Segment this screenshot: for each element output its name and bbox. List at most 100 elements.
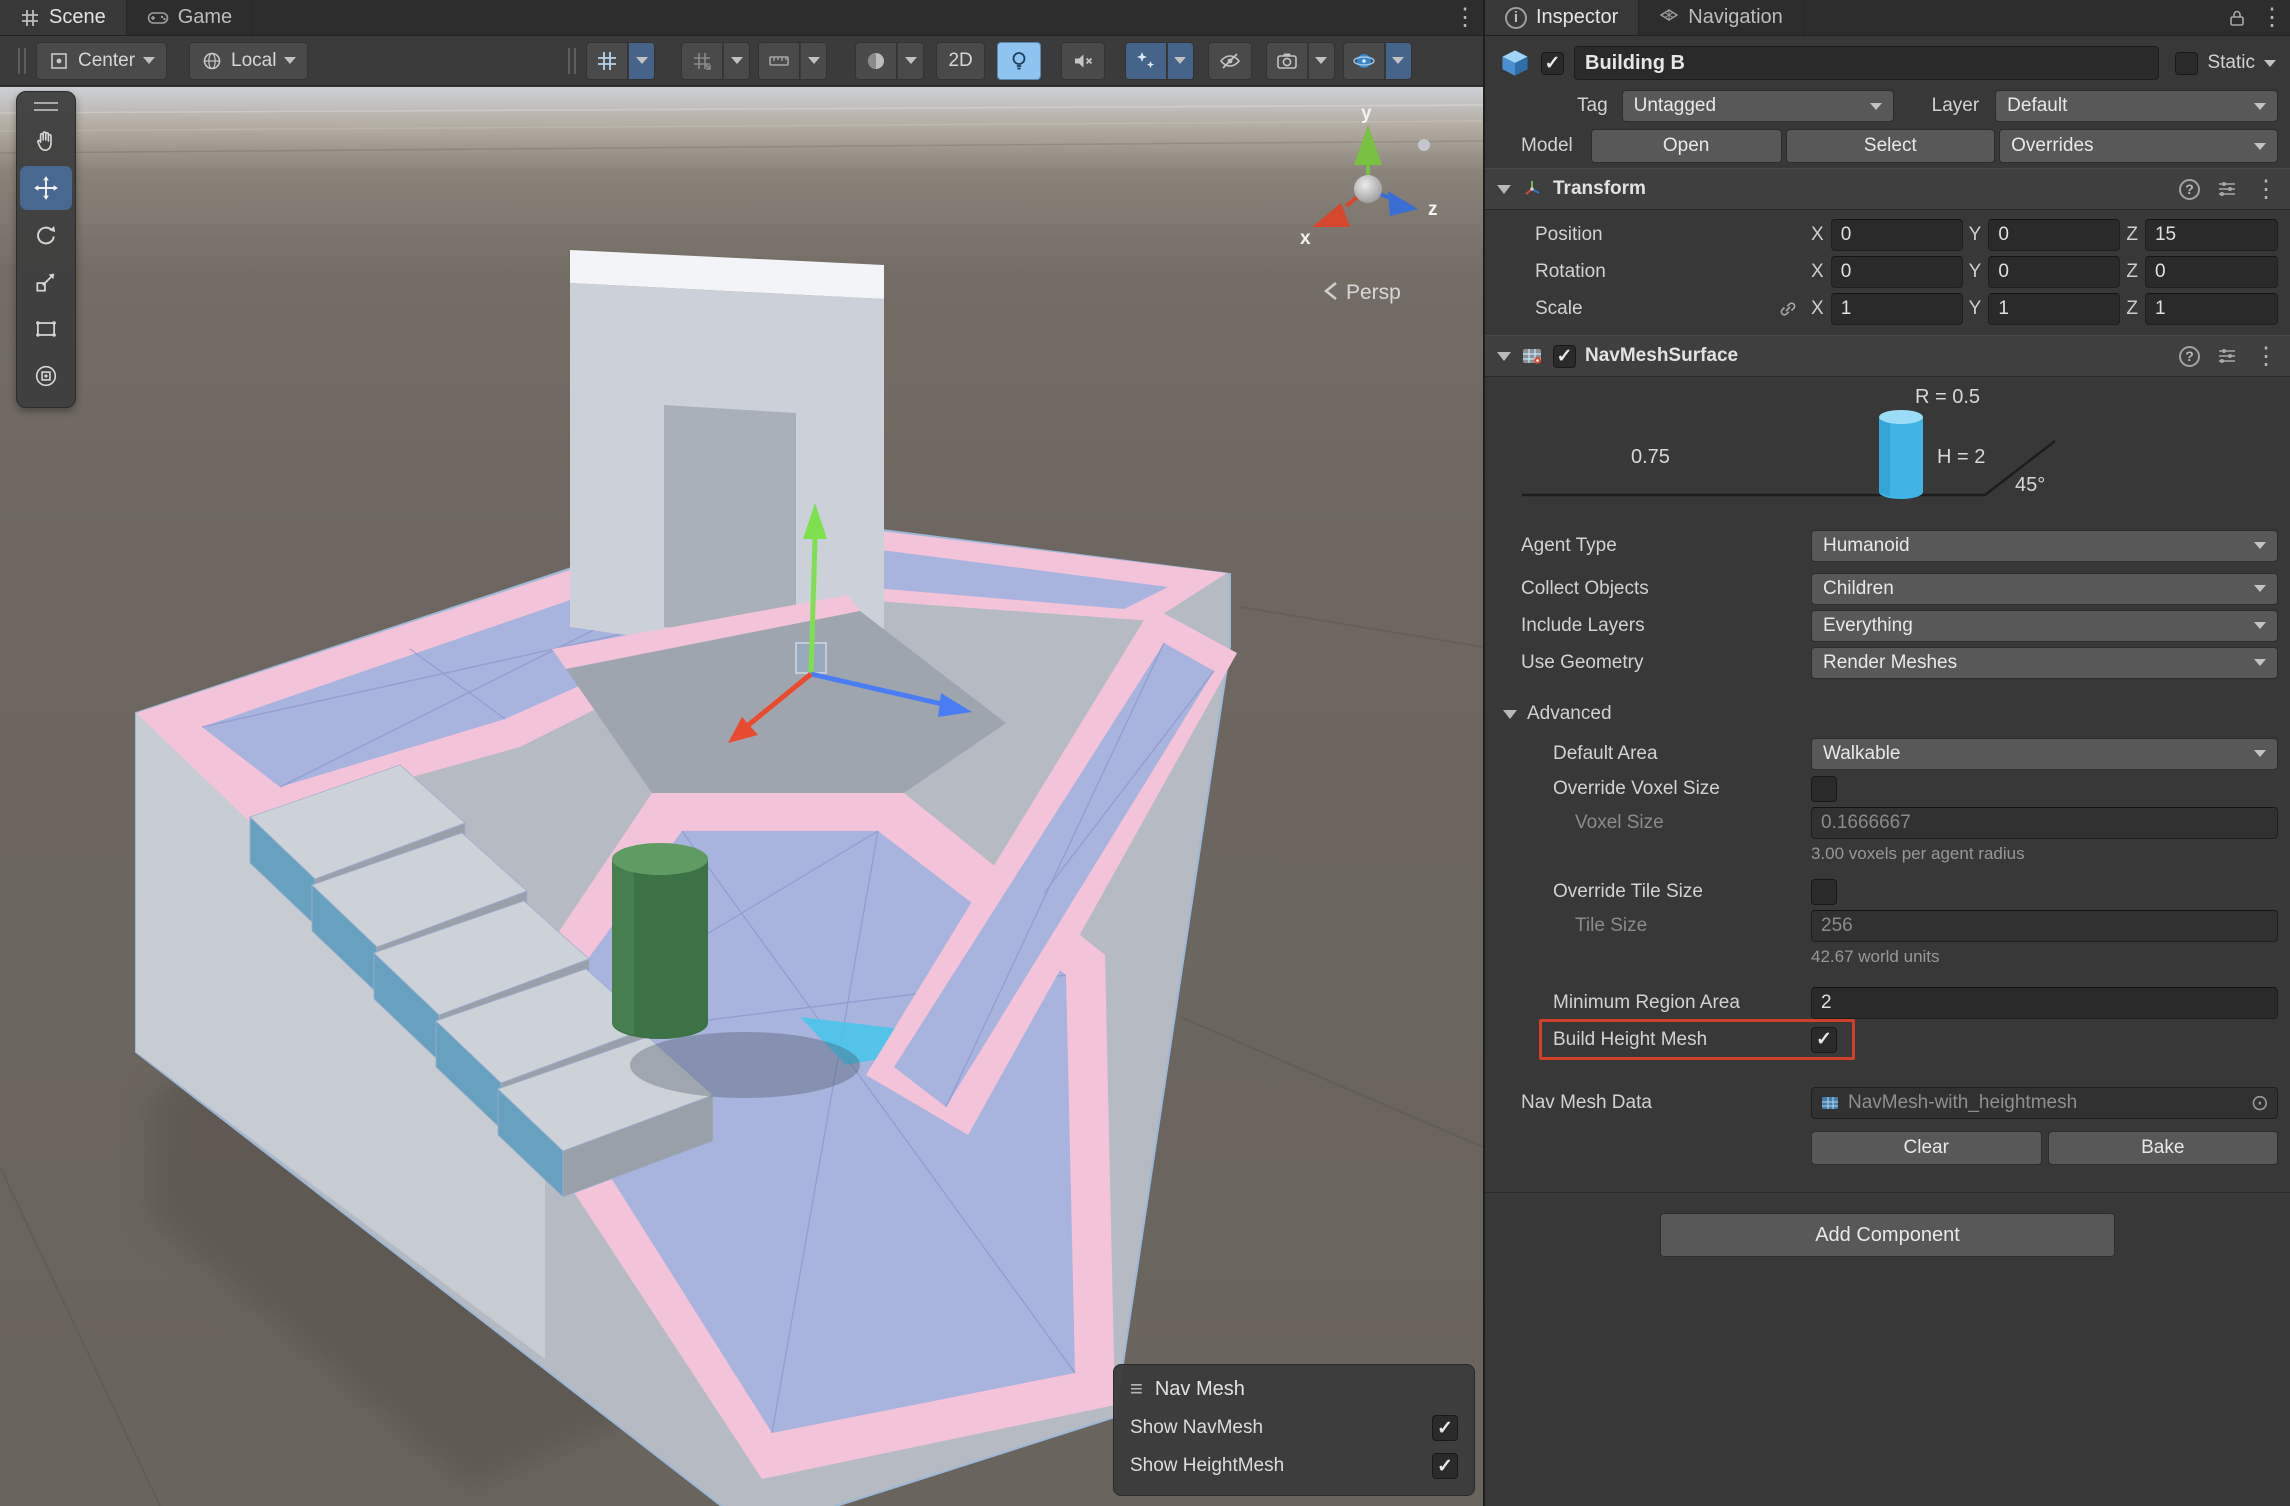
- orientation-axis-dot[interactable]: [1418, 139, 1430, 151]
- tool-handle-rotation-dropdown[interactable]: Local: [189, 42, 308, 80]
- show-heightmesh-checkbox[interactable]: [1432, 1453, 1458, 1479]
- increment-snap-dropdown[interactable]: [800, 42, 827, 80]
- snap-group: [681, 42, 750, 80]
- toolbar-drag-handle[interactable]: [18, 48, 26, 74]
- help-icon[interactable]: [2179, 346, 2200, 367]
- tab-navigation[interactable]: Navigation: [1639, 0, 1804, 35]
- rotation-x-field[interactable]: [1831, 256, 1963, 288]
- scale-z-field[interactable]: [2145, 293, 2278, 325]
- draw-mode-button[interactable]: [855, 42, 897, 80]
- tag-dropdown[interactable]: Untagged: [1622, 90, 1894, 122]
- static-dropdown-icon[interactable]: [2264, 60, 2276, 67]
- scene-tab-menu-button[interactable]: [1447, 0, 1483, 35]
- use-geometry-dropdown[interactable]: Render Meshes: [1811, 647, 2278, 679]
- rotate-tool[interactable]: [20, 213, 72, 257]
- override-tile-checkbox[interactable]: [1811, 879, 1837, 905]
- 2d-mode-button[interactable]: 2D: [936, 42, 984, 80]
- tab-scene[interactable]: Scene: [0, 0, 127, 35]
- object-picker-icon[interactable]: [2251, 1090, 2269, 1116]
- static-checkbox[interactable]: [2175, 52, 2198, 75]
- model-select-button[interactable]: Select: [1786, 129, 1996, 163]
- scene-visibility-button[interactable]: [1208, 42, 1252, 80]
- presets-icon[interactable]: [2216, 178, 2238, 200]
- scene-viewport[interactable]: y x z Persp: [0, 87, 1483, 1506]
- orientation-center-sphere[interactable]: [1354, 175, 1382, 203]
- gizmos-dropdown[interactable]: [1385, 42, 1412, 80]
- override-voxel-checkbox[interactable]: [1811, 776, 1837, 802]
- tool-palette: [16, 91, 76, 408]
- scale-y-field[interactable]: [1988, 293, 2120, 325]
- orientation-x-cone[interactable]: [1312, 203, 1350, 227]
- navmeshsurface-header[interactable]: NavMeshSurface: [1485, 335, 2290, 377]
- palette-drag-handle[interactable]: [34, 102, 58, 111]
- toolbar-drag-handle[interactable]: [568, 48, 576, 74]
- bake-button[interactable]: Bake: [2048, 1131, 2279, 1165]
- clear-button[interactable]: Clear: [1811, 1131, 2042, 1165]
- grid-snapping-button[interactable]: [681, 42, 723, 80]
- link-icon[interactable]: [1777, 298, 1799, 320]
- position-z-field[interactable]: [2145, 219, 2278, 251]
- scene-3d-render[interactable]: y x z Persp: [0, 87, 1483, 1506]
- build-height-mesh-row: Build Height Mesh: [1485, 1021, 2290, 1058]
- grid-options-dropdown[interactable]: [628, 42, 655, 80]
- add-component-button[interactable]: Add Component: [1660, 1213, 2115, 1257]
- transform-header[interactable]: Transform: [1485, 168, 2290, 210]
- foldout-icon[interactable]: [1497, 185, 1511, 194]
- kebab-icon[interactable]: [2254, 342, 2278, 371]
- gizmos-toggle-button[interactable]: [1343, 42, 1385, 80]
- audio-mute-button[interactable]: [1061, 42, 1105, 80]
- scene-lighting-button[interactable]: [997, 42, 1041, 80]
- ruler-icon: [767, 49, 791, 73]
- agent-type-dropdown[interactable]: Humanoid: [1811, 530, 2278, 562]
- advanced-foldout[interactable]: Advanced: [1485, 693, 2290, 735]
- snap-options-dropdown[interactable]: [723, 42, 750, 80]
- inspector-menu-button[interactable]: [2254, 0, 2290, 35]
- gameobject-name-input[interactable]: [1574, 46, 2159, 80]
- overrides-dropdown[interactable]: Overrides: [1999, 129, 2278, 163]
- position-y-field[interactable]: [1988, 219, 2120, 251]
- scene-camera-button[interactable]: [1266, 42, 1308, 80]
- foldout-icon[interactable]: [1497, 352, 1511, 361]
- effects-dropdown[interactable]: [1167, 42, 1194, 80]
- hand-tool[interactable]: [20, 119, 72, 163]
- transform-tool[interactable]: [20, 354, 72, 398]
- inspector-lock-button[interactable]: [2220, 0, 2254, 35]
- show-navmesh-checkbox[interactable]: [1432, 1415, 1458, 1441]
- tab-inspector[interactable]: Inspector: [1485, 0, 1639, 35]
- scale-tool[interactable]: [20, 260, 72, 304]
- rect-tool[interactable]: [20, 307, 72, 351]
- rotation-z-field[interactable]: [2145, 256, 2278, 288]
- projection-toggle[interactable]: Persp: [1326, 281, 1401, 304]
- build-height-mesh-checkbox[interactable]: [1811, 1027, 1837, 1053]
- include-layers-label: Include Layers: [1521, 615, 1645, 637]
- orientation-z-cone[interactable]: [1388, 191, 1418, 216]
- tool-handle-position-dropdown[interactable]: Center: [36, 42, 167, 80]
- layer-dropdown[interactable]: Default: [1995, 90, 2278, 122]
- kebab-icon[interactable]: [2254, 175, 2278, 204]
- scale-x-field[interactable]: [1831, 293, 1963, 325]
- default-area-dropdown[interactable]: Walkable: [1811, 738, 2278, 770]
- gamepad-icon: [147, 8, 169, 28]
- navmeshsurface-enabled-checkbox[interactable]: [1553, 345, 1576, 368]
- orientation-y-cone[interactable]: [1354, 125, 1382, 165]
- min-region-field[interactable]: [1811, 987, 2278, 1019]
- draw-mode-dropdown[interactable]: [897, 42, 924, 80]
- model-open-button[interactable]: Open: [1591, 129, 1782, 163]
- presets-icon[interactable]: [2216, 345, 2238, 367]
- position-x-field[interactable]: [1831, 219, 1963, 251]
- navmesh-overlay-header[interactable]: Nav Mesh: [1114, 1371, 1474, 1409]
- help-icon[interactable]: [2179, 179, 2200, 200]
- model-buttons: Open Select Overrides: [1591, 129, 2278, 163]
- camera-dropdown[interactable]: [1308, 42, 1335, 80]
- include-layers-dropdown[interactable]: Everything: [1811, 610, 2278, 642]
- move-tool[interactable]: [20, 166, 72, 210]
- collect-objects-dropdown[interactable]: Children: [1811, 573, 2278, 605]
- tab-game[interactable]: Game: [127, 0, 253, 35]
- grid-visibility-button[interactable]: [586, 42, 628, 80]
- orientation-gizmo[interactable]: y x z: [1300, 103, 1438, 249]
- nav-mesh-data-field[interactable]: NavMesh-with_heightmesh: [1811, 1087, 2278, 1119]
- increment-snap-button[interactable]: [758, 42, 800, 80]
- rotation-y-field[interactable]: [1988, 256, 2120, 288]
- gameobject-active-checkbox[interactable]: [1541, 52, 1564, 75]
- effects-toggle-button[interactable]: [1125, 42, 1167, 80]
